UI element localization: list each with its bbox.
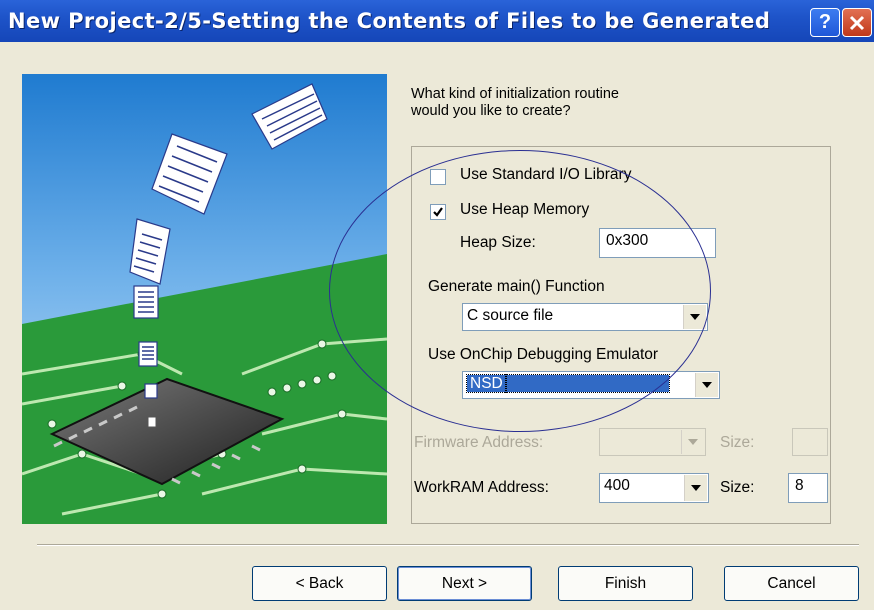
wizard-illustration	[22, 74, 387, 524]
workram-size-input[interactable]: 8	[788, 473, 828, 503]
window-title: New Project-2/5-Setting the Contents of …	[8, 9, 771, 33]
next-button[interactable]: Next >	[397, 566, 532, 601]
emulator-value: NSD	[466, 374, 670, 393]
prompt-line-2: would you like to create?	[411, 103, 571, 119]
chevron-down-icon[interactable]	[681, 430, 704, 454]
heap-memory-checkbox[interactable]	[430, 204, 446, 220]
back-button[interactable]: < Back	[252, 566, 387, 601]
firmware-address-label: Firmware Address:	[414, 434, 544, 451]
button-separator	[37, 544, 859, 546]
close-button[interactable]	[842, 8, 872, 37]
heap-memory-label: Use Heap Memory	[460, 201, 590, 218]
emulator-label: Use OnChip Debugging Emulator	[428, 346, 659, 363]
std-io-checkbox[interactable]	[430, 169, 446, 185]
std-io-label: Use Standard I/O Library	[460, 166, 632, 183]
chevron-down-icon[interactable]	[695, 373, 718, 397]
chevron-down-icon[interactable]	[683, 305, 706, 329]
cancel-button[interactable]: Cancel	[724, 566, 859, 601]
firmware-address-select[interactable]	[599, 428, 706, 456]
prompt-line-1: What kind of initialization routine	[411, 86, 619, 102]
checkmark-icon	[433, 207, 443, 217]
prompt-text: What kind of initialization routine woul…	[411, 86, 731, 120]
finish-button[interactable]: Finish	[558, 566, 693, 601]
workram-size-label: Size:	[720, 479, 755, 496]
help-icon: ?	[818, 11, 832, 33]
heap-size-input[interactable]: 0x300	[599, 228, 716, 258]
chevron-down-icon[interactable]	[684, 475, 707, 501]
help-button[interactable]: ?	[810, 8, 840, 37]
options-group: Use Standard I/O Library Use Heap Memory…	[411, 146, 831, 524]
generate-main-value: C source file	[467, 307, 554, 324]
workram-address-select[interactable]: 400	[599, 473, 709, 503]
workram-address-label: WorkRAM Address:	[414, 479, 549, 496]
emulator-select[interactable]: NSD	[462, 371, 720, 399]
close-icon	[849, 15, 865, 30]
generate-main-select[interactable]: C source file	[462, 303, 708, 331]
title-bar: New Project-2/5-Setting the Contents of …	[0, 0, 874, 42]
firmware-size-input[interactable]	[792, 428, 828, 456]
heap-size-label: Heap Size:	[460, 234, 536, 251]
workram-address-value: 400	[604, 477, 630, 494]
generate-main-label: Generate main() Function	[428, 278, 605, 295]
firmware-size-label: Size:	[720, 434, 755, 451]
